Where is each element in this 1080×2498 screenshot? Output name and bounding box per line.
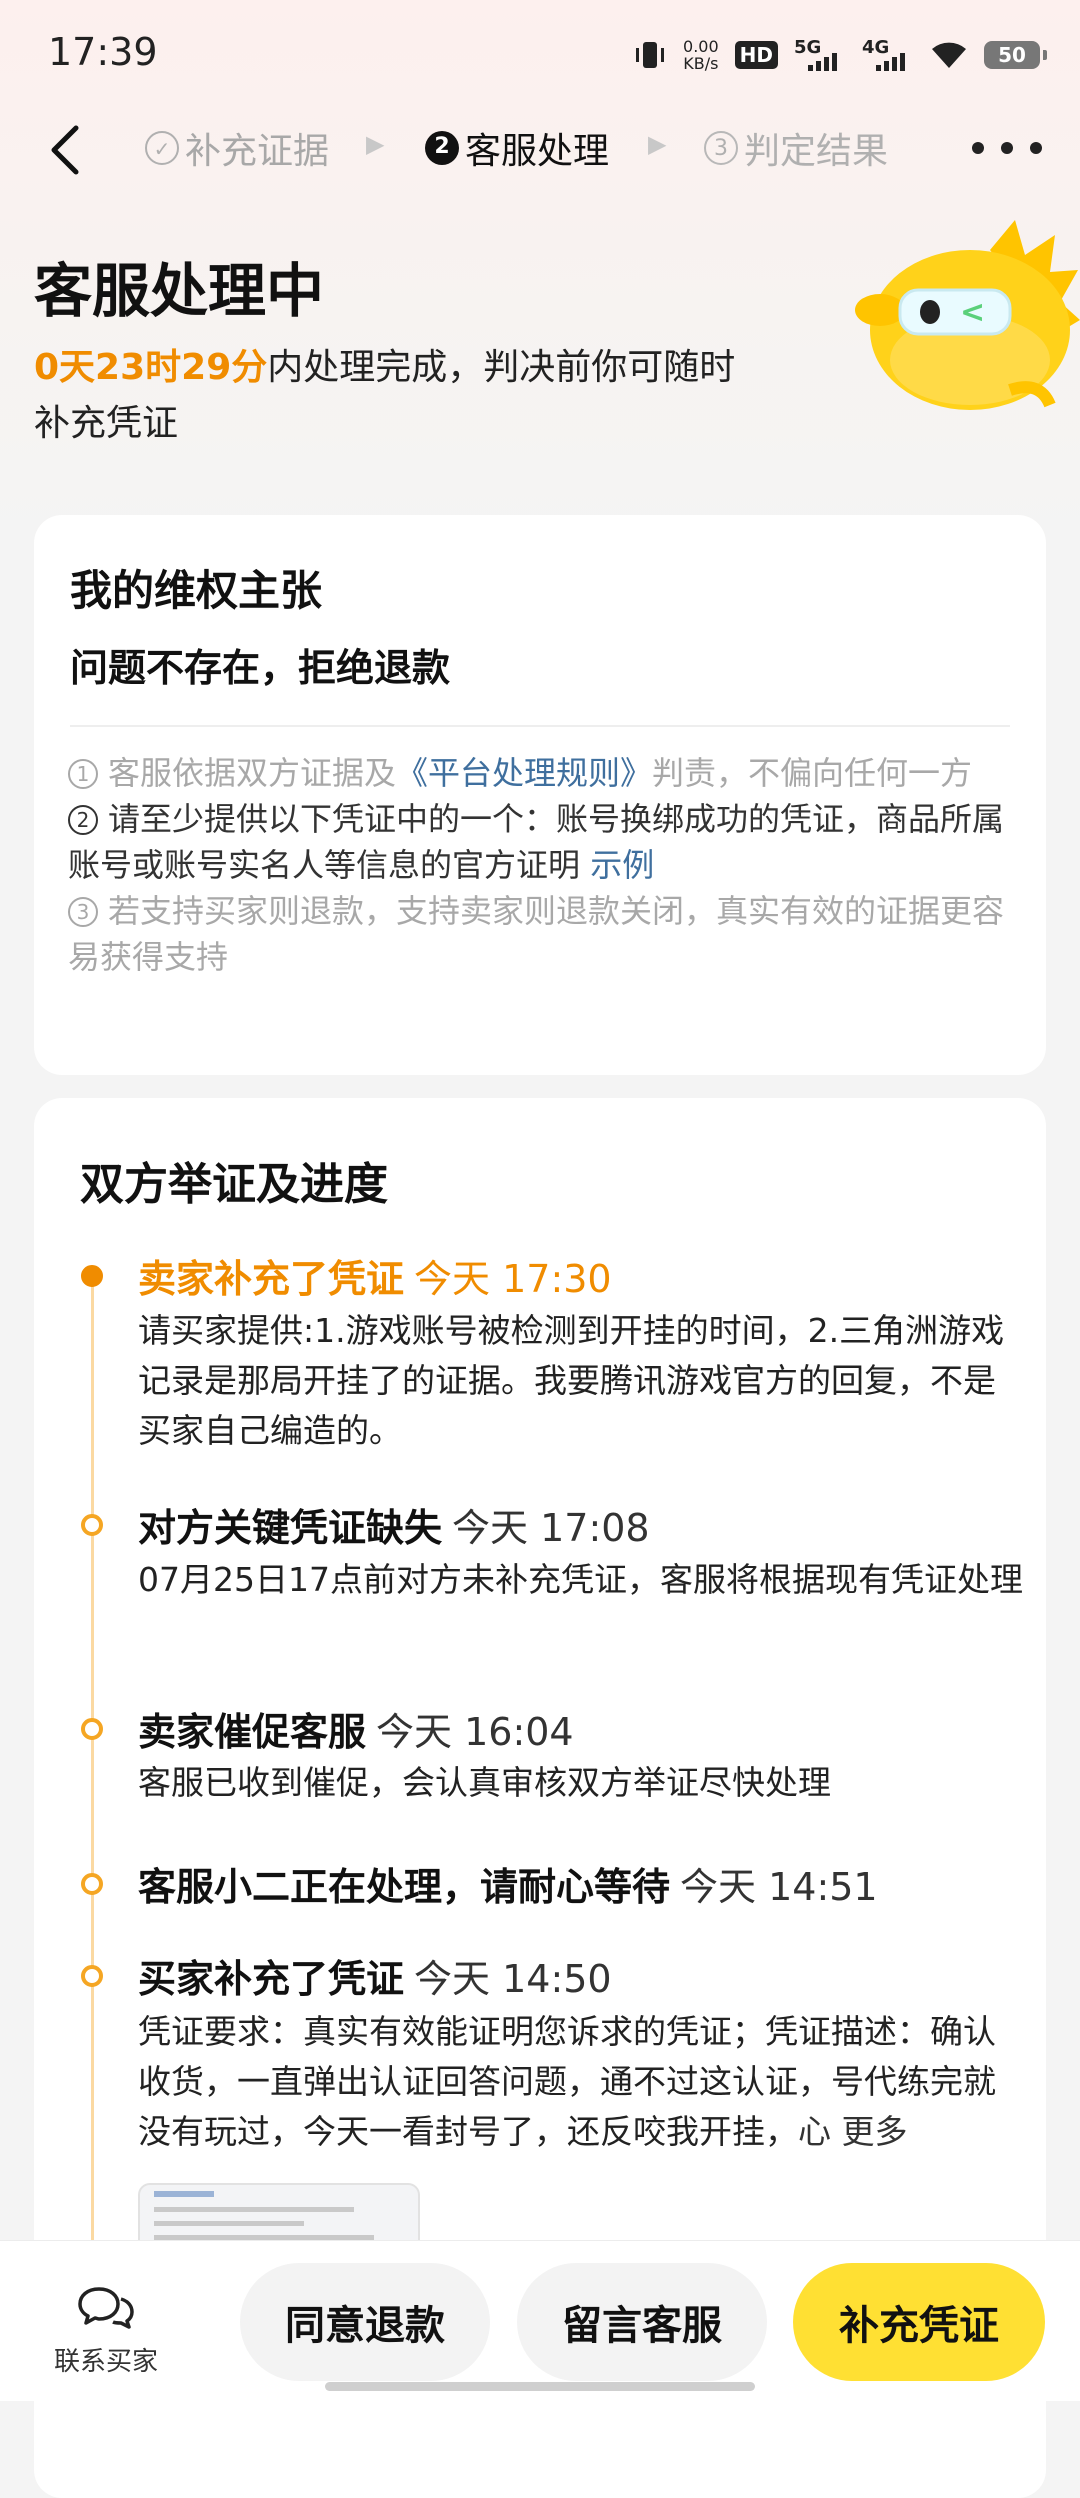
home-indicator[interactable] [325, 2382, 755, 2391]
event-header: 买家补充了凭证 今天 14:50 [138, 1948, 612, 2003]
timeline-dot [81, 1718, 103, 1740]
step-label: 补充证据 [185, 131, 330, 172]
mascot-illustration: < [855, 220, 1080, 410]
step-label: 客服处理 [465, 131, 610, 172]
timeline-dot [81, 1514, 103, 1536]
nav-bar: ✓ 补充证据 ▶ 2 客服处理 ▶ 3 判定结果 [0, 110, 1080, 190]
event-title: 买家补充了凭证 [138, 1957, 405, 2001]
example-link[interactable]: 示例 [590, 846, 654, 884]
net-speed: 0.00 KB/s [683, 37, 719, 73]
event-header: 客服小二正在处理，请耐心等待 今天 14:51 [138, 1856, 878, 1911]
back-button[interactable] [40, 118, 100, 182]
platform-rules-link[interactable]: 《平台处理规则》 [396, 754, 652, 792]
contact-buyer-button[interactable]: 联系买家 [26, 2285, 186, 2378]
timeline-dot-current [81, 1265, 103, 1287]
rule-item: 2 请至少提供以下凭证中的一个：账号换绑成功的凭证，商品所属账号或账号实名人等信息… [68, 800, 1005, 884]
wifi-icon [932, 42, 966, 68]
event-title: 客服小二正在处理，请耐心等待 [138, 1865, 671, 1909]
step-arrow-icon: ▶ [648, 130, 667, 158]
more-dot [1001, 142, 1013, 154]
step-label: 判定结果 [744, 131, 889, 172]
more-dot [972, 142, 984, 154]
event-time: 今天 14:50 [414, 1957, 612, 2001]
step-number-badge: 2 [425, 131, 459, 165]
event-title: 对方关键凭证缺失 [138, 1506, 443, 1550]
timeline-line [91, 1266, 94, 2366]
divider [70, 725, 1010, 727]
agree-refund-button[interactable]: 同意退款 [240, 2263, 490, 2381]
countdown-timer: 0天23时29分 [34, 347, 268, 388]
check-circle-icon: ✓ [145, 131, 179, 165]
event-body: 请买家提供:1.游戏账号被检测到开挂的时间，2.三角洲游戏记录是那局开挂了的证据… [138, 1311, 1005, 1450]
timeline-dot [81, 1965, 103, 1987]
chat-bubble-icon [78, 2287, 134, 2329]
signal-4g-icon: 4G [862, 37, 914, 73]
status-bar: 17:39 0.00 KB/s HD 5G 4G 50 [0, 0, 1080, 110]
event-header: 对方关键凭证缺失 今天 17:08 [138, 1497, 650, 1552]
more-options-button[interactable] [972, 128, 1042, 168]
event-time: 今天 17:30 [414, 1257, 612, 1301]
step-number-badge: 3 [704, 131, 738, 165]
page-title: 客服处理中 [34, 257, 325, 325]
status-description: 0天23时29分内处理完成，判决前你可随时 补充凭证 [34, 347, 736, 444]
event-header: 卖家催促客服 今天 16:04 [138, 1701, 574, 1756]
status-time: 17:39 [48, 30, 158, 74]
event-time: 今天 16:04 [376, 1710, 574, 1754]
step-service-processing: 2 客服处理 [425, 122, 609, 174]
event-title: 卖家补充了凭证 [138, 1257, 405, 1301]
progress-heading: 双方举证及进度 [80, 1159, 388, 1210]
event-header: 卖家补充了凭证 今天 17:30 [138, 1248, 612, 1303]
status-icons: 0.00 KB/s HD 5G 4G 50 [633, 30, 1047, 80]
step-result: 3 判定结果 [704, 122, 888, 174]
step-arrow-icon: ▶ [366, 130, 385, 158]
claim-value: 问题不存在，拒绝退款 [70, 646, 451, 690]
back-arrow-icon [51, 125, 79, 175]
battery-icon: 50 [984, 41, 1047, 69]
event-body: 凭证要求：真实有效能证明您诉求的凭证；凭证描述：确认收货，一直弹出认证回答问题，… [138, 2012, 996, 2151]
svg-text:<: < [960, 295, 985, 330]
event-body: 07月25日17点前对方未补充凭证，客服将根据现有凭证处理 [138, 1560, 1023, 1599]
contact-buyer-label: 联系买家 [53, 2347, 158, 2377]
supplement-evidence-button[interactable]: 补充凭证 [793, 2263, 1045, 2381]
rule-number-badge: 3 [68, 897, 98, 927]
rule-number-badge: 2 [68, 805, 98, 835]
hd-icon: HD [734, 41, 778, 69]
more-dot [1030, 142, 1042, 154]
event-time: 今天 17:08 [452, 1506, 650, 1550]
more-link[interactable]: 心 更多 [798, 2112, 908, 2151]
step-supplement-evidence: ✓ 补充证据 [145, 122, 329, 174]
bottom-action-bar: 联系买家 同意退款 留言客服 补充凭证 [0, 2240, 1080, 2401]
vibrate-icon [636, 42, 665, 68]
rule-item: 1 客服依据双方证据及《平台处理规则》判责，不偏向任何一方 [68, 750, 1018, 796]
rules-list: 1 客服依据双方证据及《平台处理规则》判责，不偏向任何一方 2 请至少提供以下凭证中… [68, 750, 1018, 980]
rule-item: 3 若支持买家则退款，支持卖家则退款关闭，真实有效的证据更容易获得支持 [68, 892, 1005, 976]
claim-heading: 我的维权主张 [70, 566, 323, 615]
message-service-button[interactable]: 留言客服 [517, 2263, 767, 2381]
event-body: 客服已收到催促，会认真审核双方举证尽快处理 [138, 1763, 831, 1802]
rule-number-badge: 1 [68, 759, 98, 789]
timeline-dot [81, 1873, 103, 1895]
event-time: 今天 14:51 [680, 1865, 878, 1909]
claim-card: 我的维权主张 问题不存在，拒绝退款 1 客服依据双方证据及《平台处理规则》判责，不… [34, 515, 1046, 1075]
event-title: 卖家催促客服 [138, 1710, 367, 1754]
signal-5g-icon: 5G [794, 37, 846, 73]
